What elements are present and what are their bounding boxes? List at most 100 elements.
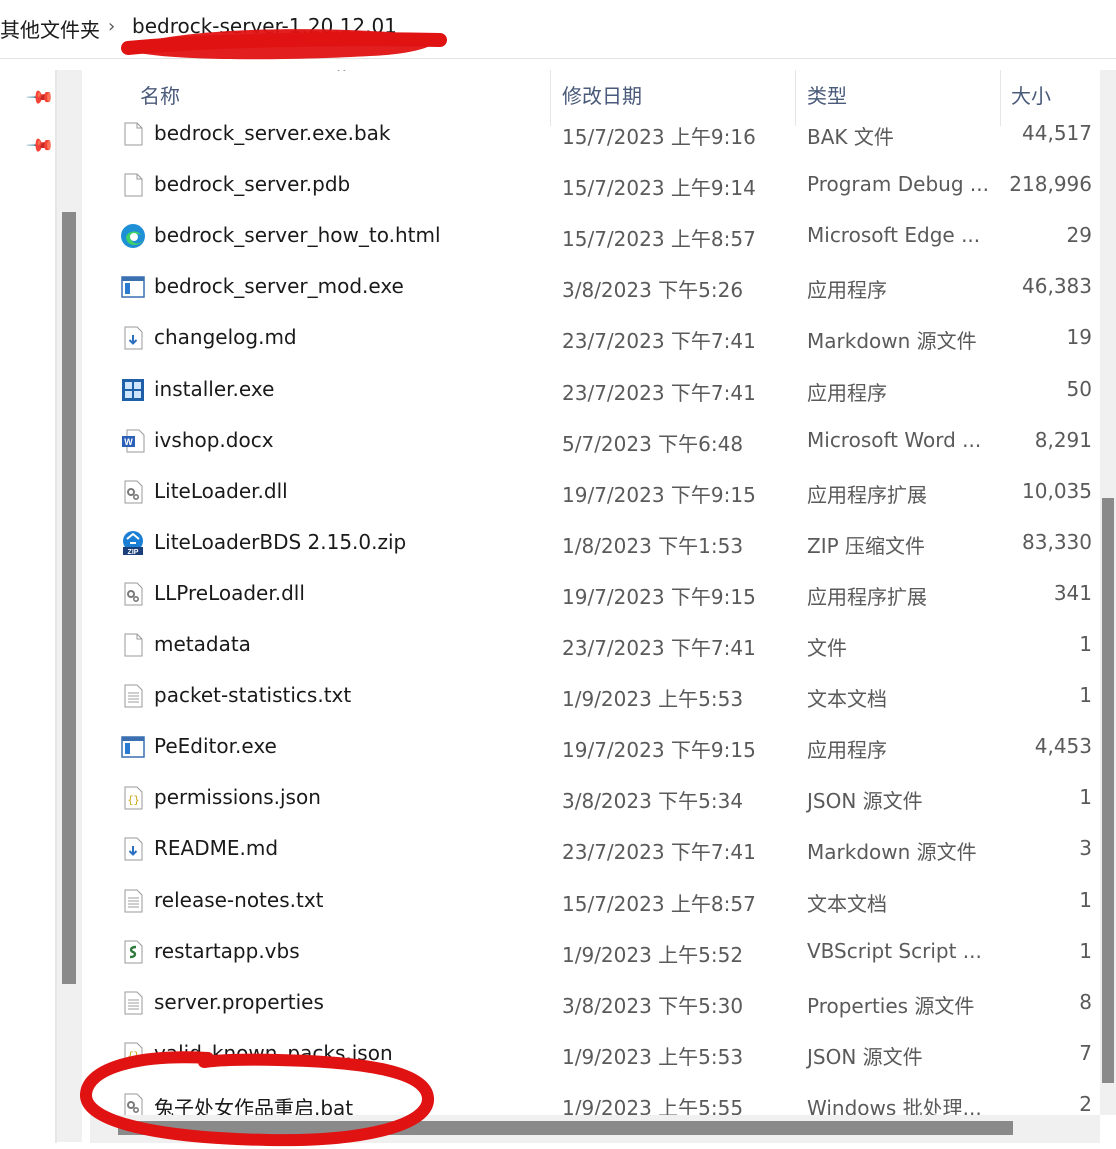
file-row[interactable]: metadata 23/7/2023 下午7:41 文件 1 xyxy=(90,618,1100,669)
file-modified-date: 1/9/2023 上午5:53 xyxy=(562,1044,744,1069)
file-modified-date: 1/9/2023 上午5:52 xyxy=(562,942,744,967)
file-size: 3 xyxy=(1079,836,1092,861)
column-header-type[interactable]: 类型 xyxy=(807,80,847,109)
text-file-icon xyxy=(120,990,146,1016)
file-modified-date: 3/8/2023 下午5:34 xyxy=(562,789,744,814)
file-name: LiteLoaderBDS 2.15.0.zip xyxy=(154,529,407,554)
file-type: JSON 源文件 xyxy=(807,1044,923,1069)
file-name: README.md xyxy=(154,836,279,861)
address-breadcrumb-bar: 其他文件夹 › bedrock-server-1.20.12.01 xyxy=(0,0,1116,59)
file-name: LiteLoader.dll xyxy=(154,478,288,503)
file-row[interactable]: {} permissions.json 3/8/2023 下午5:34 JSON 源文… xyxy=(90,771,1100,822)
installer-icon xyxy=(120,377,146,403)
file-size: 50 xyxy=(1066,376,1092,401)
file-row[interactable]: ZIP LiteLoaderBDS 2.15.0.zip 1/8/2023 下午1:… xyxy=(90,516,1100,567)
file-row[interactable]: {} valid_known_packs.json 1/9/2023 上午5:53 J… xyxy=(90,1027,1100,1078)
file-size: 2 xyxy=(1079,1091,1092,1115)
column-header-date[interactable]: 修改日期 xyxy=(562,80,642,109)
pane-divider xyxy=(55,70,57,1143)
file-size: 7 xyxy=(1079,1040,1092,1065)
file-type: Program Debug ... xyxy=(807,172,989,197)
markdown-icon xyxy=(120,325,146,351)
file-row[interactable]: LiteLoader.dll 19/7/2023 下午9:15 应用程序扩展 10,0… xyxy=(90,465,1100,516)
file-modified-date: 15/7/2023 上午8:57 xyxy=(562,891,756,916)
file-row[interactable]: restartapp.vbs 1/9/2023 上午5:52 VBScript Sc… xyxy=(90,925,1100,976)
file-size: 8 xyxy=(1079,989,1092,1014)
file-modified-date: 3/8/2023 下午5:30 xyxy=(562,993,744,1018)
file-name: 兔子处女作品重启.bat xyxy=(154,1095,354,1115)
file-type: 文本文档 xyxy=(807,891,887,916)
file-size: 1 xyxy=(1079,683,1092,708)
file-type: 应用程序 xyxy=(807,738,887,763)
file-modified-date: 23/7/2023 下午7:41 xyxy=(562,329,756,354)
file-row[interactable]: Wivshop.docx 5/7/2023 下午6:48 Microsoft Wor… xyxy=(90,414,1100,465)
file-size: 44,517 xyxy=(1022,121,1092,145)
text-file-icon xyxy=(120,683,146,709)
file-modified-date: 1/8/2023 下午1:53 xyxy=(562,533,744,558)
file-size: 1 xyxy=(1079,887,1092,912)
breadcrumb-chevron-icon[interactable]: › xyxy=(108,16,115,37)
text-file-icon xyxy=(120,888,146,914)
svg-text:W: W xyxy=(124,437,133,447)
nav-pane-scroll-thumb[interactable] xyxy=(62,212,76,984)
edge-icon xyxy=(120,223,146,249)
file-size: 1 xyxy=(1079,938,1092,963)
sort-ascending-icon: ^ xyxy=(336,70,347,81)
blank-file-icon xyxy=(120,121,146,147)
dll-gear-icon xyxy=(120,479,146,505)
file-row[interactable]: bedrock_server.pdb 15/7/2023 上午9:14 Progra… xyxy=(90,158,1100,209)
column-header-name[interactable]: 名称 xyxy=(140,80,180,109)
file-size: 10,035 xyxy=(1022,478,1092,503)
file-type: 应用程序扩展 xyxy=(807,482,927,507)
file-row[interactable]: bedrock_server.exe.bak 15/7/2023 上午9:16 BA… xyxy=(90,107,1100,158)
file-modified-date: 1/9/2023 上午5:53 xyxy=(562,687,744,712)
file-name: metadata xyxy=(154,632,251,656)
file-row[interactable]: bedrock_server_mod.exe 3/8/2023 下午5:26 应用程… xyxy=(90,260,1100,311)
file-size: 218,996 xyxy=(1009,172,1092,197)
file-name: release-notes.txt xyxy=(154,887,324,912)
file-row[interactable]: changelog.md 23/7/2023 下午7:41 Markdown 源文件… xyxy=(90,311,1100,362)
file-modified-date: 19/7/2023 下午9:15 xyxy=(562,482,756,507)
file-type: 文件 xyxy=(807,636,847,660)
file-size: 1 xyxy=(1079,785,1092,810)
horizontal-scroll-thumb[interactable] xyxy=(118,1121,1013,1135)
file-row[interactable]: release-notes.txt 15/7/2023 上午8:57 文本文档 1 xyxy=(90,874,1100,925)
file-size: 19 xyxy=(1066,325,1092,350)
file-row[interactable]: LLPreLoader.dll 19/7/2023 下午9:15 应用程序扩展 341 xyxy=(90,567,1100,618)
pin-icon[interactable]: 📌 xyxy=(25,130,56,161)
file-name: packet-statistics.txt xyxy=(154,683,352,708)
file-type: Microsoft Word ... xyxy=(807,427,982,452)
breadcrumb-parent-folder[interactable]: 其他文件夹 xyxy=(0,14,100,43)
file-name: LLPreLoader.dll xyxy=(154,580,305,605)
file-size: 8,291 xyxy=(1034,427,1092,452)
app-window-icon xyxy=(120,734,146,760)
json-icon: {} xyxy=(120,785,146,811)
file-type: 文本文档 xyxy=(807,687,887,712)
file-row[interactable]: server.properties 3/8/2023 下午5:30 Properti… xyxy=(90,976,1100,1027)
pin-icon[interactable]: 📌 xyxy=(25,82,56,113)
file-type: 应用程序 xyxy=(807,380,887,405)
file-modified-date: 15/7/2023 上午8:57 xyxy=(562,227,756,252)
file-name: bedrock_server.exe.bak xyxy=(154,121,391,145)
svg-text:{}: {} xyxy=(127,1051,139,1063)
file-row[interactable]: installer.exe 23/7/2023 下午7:41 应用程序 50 xyxy=(90,363,1100,414)
vertical-scroll-thumb[interactable] xyxy=(1102,498,1114,1083)
column-header-size[interactable]: 大小 xyxy=(1011,80,1051,109)
file-row[interactable]: README.md 23/7/2023 下午7:41 Markdown 源文件 3 xyxy=(90,822,1100,873)
file-type: Microsoft Edge ... xyxy=(807,223,981,248)
blank-file-icon xyxy=(120,632,146,658)
file-row[interactable]: bedrock_server_how_to.html 15/7/2023 上午8:… xyxy=(90,209,1100,260)
file-row[interactable]: PeEditor.exe 19/7/2023 下午9:15 应用程序 4,453 xyxy=(90,720,1100,771)
breadcrumb-current-folder[interactable]: bedrock-server-1.20.12.01 xyxy=(132,14,397,38)
svg-text:ZIP: ZIP xyxy=(128,549,139,556)
file-row[interactable]: 兔子处女作品重启.bat 1/9/2023 上午5:55 Windows 批处理..… xyxy=(90,1078,1100,1115)
file-row[interactable]: packet-statistics.txt 1/9/2023 上午5:53 文本文档… xyxy=(90,669,1100,720)
file-list-view: ^ 名称 修改日期 类型 大小 bedrock_server.exe.bak 15… xyxy=(90,70,1116,1115)
file-modified-date: 1/9/2023 上午5:55 xyxy=(562,1095,744,1115)
file-modified-date: 19/7/2023 下午9:15 xyxy=(562,584,756,609)
file-type: Markdown 源文件 xyxy=(807,329,977,354)
app-window-icon xyxy=(120,274,146,300)
file-modified-date: 23/7/2023 下午7:41 xyxy=(562,380,756,405)
bat-gear-icon xyxy=(120,1092,146,1115)
file-type: 应用程序扩展 xyxy=(807,584,927,609)
